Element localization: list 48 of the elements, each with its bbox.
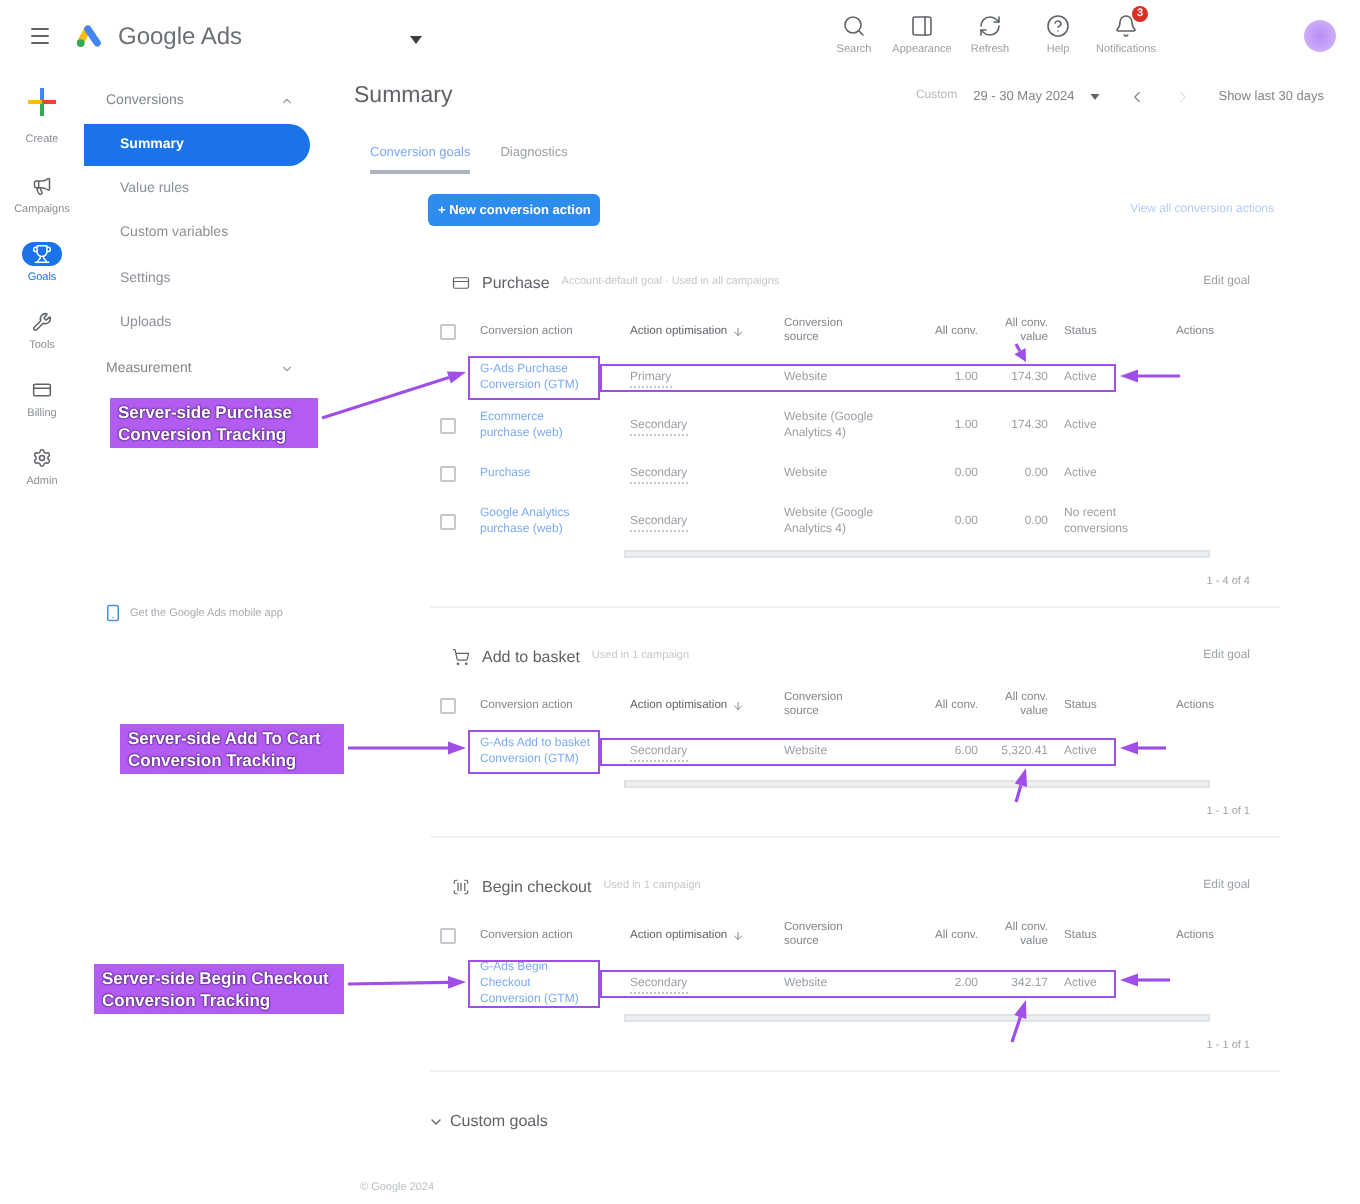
caret-icon bbox=[1090, 93, 1101, 99]
logo-icon bbox=[76, 23, 102, 47]
avatar[interactable] bbox=[1304, 19, 1336, 51]
annotation-arrow bbox=[1120, 973, 1170, 987]
bell-icon bbox=[1114, 13, 1138, 37]
annotation-arrow bbox=[1014, 343, 1026, 362]
annotation-label: Server-side Add To Cart Conversion Tracking bbox=[120, 724, 344, 774]
custom-goals-toggle[interactable]: Custom goals bbox=[428, 1112, 548, 1130]
annotation-arrow bbox=[348, 741, 466, 755]
panel-icon bbox=[910, 13, 934, 37]
cart-icon bbox=[452, 647, 470, 665]
sort-arrow-icon bbox=[731, 930, 744, 942]
caret-icon bbox=[410, 36, 422, 44]
gear-icon bbox=[30, 446, 54, 470]
checkbox[interactable] bbox=[440, 466, 456, 482]
wrench-icon bbox=[30, 310, 54, 334]
sort-arrow-icon bbox=[731, 326, 744, 338]
menu-icon bbox=[28, 23, 52, 47]
annotation-arrow bbox=[1014, 768, 1028, 803]
sort-arrow-icon bbox=[731, 700, 744, 712]
search-icon bbox=[842, 13, 866, 37]
checkbox[interactable] bbox=[440, 928, 456, 944]
account-dropdown[interactable] bbox=[408, 32, 424, 48]
annotation-arrow bbox=[1120, 741, 1166, 755]
goal-title: Add to basket bbox=[482, 647, 580, 665]
goal-title: Begin checkout bbox=[482, 877, 592, 895]
product-name: Google Ads bbox=[118, 21, 243, 49]
annotation-arrow bbox=[1010, 1000, 1027, 1043]
trophy-icon bbox=[22, 242, 62, 266]
card-icon bbox=[452, 273, 470, 291]
annotation-label: Server-side Begin Checkout Conversion Tracking bbox=[94, 964, 344, 1014]
annotation-arrow bbox=[347, 975, 466, 989]
annotation-label: Server-side Purchase Conversion Tracking bbox=[110, 398, 318, 448]
help-icon bbox=[1046, 13, 1070, 37]
checkbox[interactable] bbox=[440, 698, 456, 714]
checkbox[interactable] bbox=[440, 514, 456, 530]
menu-button[interactable] bbox=[28, 23, 52, 47]
card-icon bbox=[30, 378, 54, 402]
checkbox[interactable] bbox=[440, 418, 456, 434]
page-title: Summary bbox=[354, 84, 453, 108]
phone-icon bbox=[104, 604, 122, 622]
plus-icon bbox=[28, 88, 56, 116]
refresh-icon bbox=[978, 13, 1002, 37]
checkbox[interactable] bbox=[440, 324, 456, 340]
goal-title: Purchase bbox=[482, 273, 550, 291]
megaphone-icon bbox=[30, 174, 54, 198]
annotation-arrow bbox=[1120, 369, 1180, 383]
scan-icon bbox=[452, 877, 470, 895]
